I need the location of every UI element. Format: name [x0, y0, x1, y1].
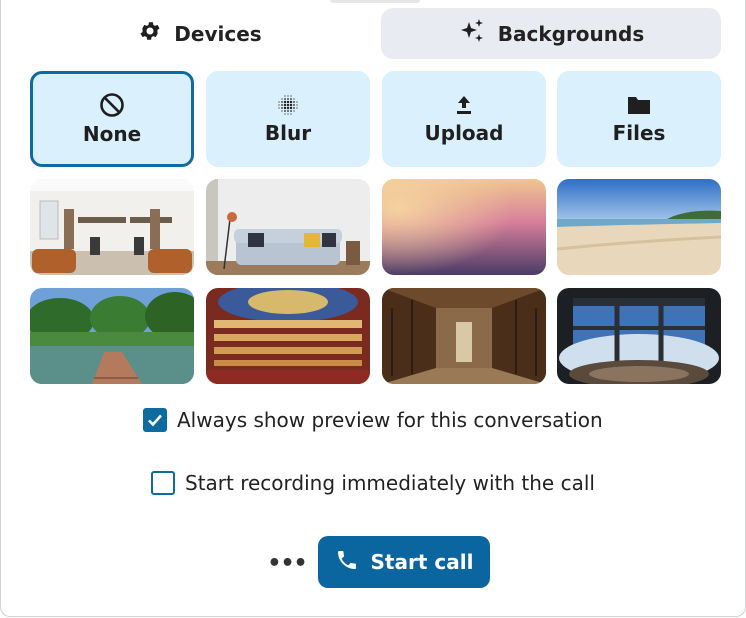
upload-icon — [452, 93, 476, 117]
tab-devices-label: Devices — [174, 21, 262, 46]
checkbox-start-recording[interactable]: Start recording immediately with the cal… — [151, 471, 595, 495]
option-label: Files — [612, 121, 666, 145]
top-notch — [330, 0, 420, 3]
background-thumb-beach[interactable] — [557, 179, 721, 275]
gear-icon — [138, 19, 162, 48]
more-options-button[interactable]: ••• — [267, 548, 307, 578]
background-thumb-office[interactable] — [30, 179, 194, 275]
background-thumb-park[interactable] — [30, 288, 194, 384]
checkbox-always-show-preview[interactable]: Always show preview for this conversatio… — [143, 408, 603, 432]
no-symbol-icon — [99, 92, 125, 118]
tab-backgrounds[interactable]: Backgrounds — [381, 8, 721, 59]
tab-devices[interactable]: Devices — [30, 8, 370, 59]
background-option-none[interactable]: None — [30, 71, 194, 167]
option-label: Blur — [264, 121, 312, 145]
background-option-blur[interactable]: Blur — [206, 71, 370, 167]
checkbox-label: Start recording immediately with the cal… — [185, 471, 595, 495]
background-thumb-gradient[interactable] — [382, 179, 546, 275]
folder-icon — [626, 93, 652, 117]
phone-icon — [335, 548, 359, 577]
background-thumb-space-station[interactable] — [557, 288, 721, 384]
checkbox-label: Always show preview for this conversatio… — [177, 408, 603, 432]
checkbox-unchecked-icon[interactable] — [151, 471, 175, 495]
background-thumb-living-room[interactable] — [206, 179, 370, 275]
checkbox-checked-icon[interactable] — [143, 408, 167, 432]
sparkles-icon — [458, 17, 486, 50]
tab-backgrounds-label: Backgrounds — [497, 21, 645, 46]
option-label: Upload — [424, 121, 504, 145]
start-call-button[interactable]: Start call — [318, 536, 490, 588]
background-option-upload[interactable]: Upload — [382, 71, 546, 167]
start-call-label: Start call — [370, 550, 474, 574]
background-option-files[interactable]: Files — [557, 71, 721, 167]
blur-icon — [276, 93, 300, 117]
background-thumb-theater[interactable] — [206, 288, 370, 384]
option-label: None — [82, 122, 142, 146]
background-thumb-library[interactable] — [382, 288, 546, 384]
